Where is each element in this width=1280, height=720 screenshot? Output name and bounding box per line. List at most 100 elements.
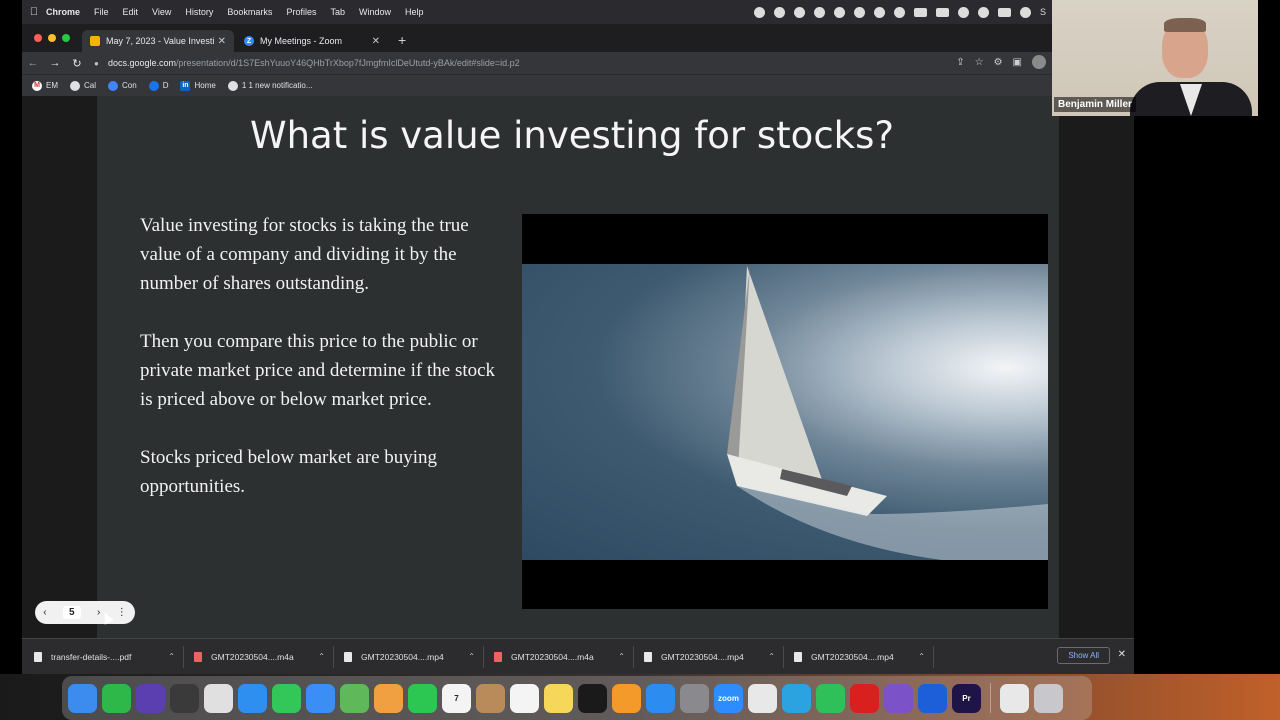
wifi-icon[interactable] (957, 6, 969, 18)
spotlight-icon[interactable] (977, 6, 989, 18)
launchpad-icon[interactable] (204, 683, 233, 713)
moon-icon[interactable] (873, 6, 885, 18)
messages-icon[interactable] (272, 683, 301, 713)
download-item[interactable]: GMT20230504....mp4 ⌃ (634, 645, 784, 668)
bookmark-notifications[interactable]: 1 1 new notificatio... (227, 80, 313, 91)
terminal-icon[interactable] (578, 683, 607, 713)
skype-icon[interactable] (753, 6, 765, 18)
eclipse-icon[interactable] (136, 683, 165, 713)
whatsapp-icon[interactable] (816, 683, 845, 713)
menu-bookmarks[interactable]: Bookmarks (227, 7, 272, 17)
participant-video-tile[interactable]: Benjamin Miller (1052, 0, 1258, 116)
menu-app-name[interactable]: Chrome (46, 7, 80, 17)
chevron-up-icon[interactable]: ⌃ (468, 652, 475, 661)
more-options-icon[interactable]: ⋮ (117, 607, 127, 618)
download-item[interactable]: GMT20230504....mp4 ⌃ (784, 645, 934, 668)
back-icon[interactable]: ← (22, 57, 44, 69)
pages-icon[interactable] (612, 683, 641, 713)
document-icon[interactable] (1000, 683, 1029, 713)
acrobat-icon[interactable] (850, 683, 879, 713)
bookmark-con[interactable]: Con (108, 80, 137, 91)
viber-icon[interactable] (884, 683, 913, 713)
camera-icon[interactable] (170, 683, 199, 713)
reminders-icon[interactable] (510, 683, 539, 713)
contacts-icon[interactable] (476, 683, 505, 713)
telegram-icon[interactable] (782, 683, 811, 713)
numbers-icon[interactable] (102, 683, 131, 713)
chevron-up-icon[interactable]: ⌃ (768, 652, 775, 661)
bookmark-star-icon[interactable]: ☆ (975, 57, 984, 68)
chevron-up-icon[interactable]: ⌃ (618, 652, 625, 661)
facetime-icon[interactable] (408, 683, 437, 713)
bluetooth-icon[interactable] (893, 6, 905, 18)
app-store-icon[interactable] (646, 683, 675, 713)
menu-edit[interactable]: Edit (123, 7, 139, 17)
bolt-icon[interactable] (918, 683, 947, 713)
zoom-icon[interactable]: zoom (714, 683, 743, 713)
bookmark-home[interactable]: in Home (180, 80, 216, 91)
chevron-up-icon[interactable]: ⌃ (168, 652, 175, 661)
chrome-icon[interactable] (748, 683, 777, 713)
profile-avatar[interactable] (1032, 55, 1046, 69)
bookmark-d[interactable]: D (148, 80, 168, 91)
address-bar[interactable]: ● docs.google.com /presentation/d/1S7Esh… (94, 54, 1014, 72)
chevron-up-icon[interactable]: ⌃ (318, 652, 325, 661)
calendar-icon[interactable]: 7 (442, 683, 471, 713)
apple-icon[interactable]:  (22, 6, 46, 18)
url-path: /presentation/d/1S7EshYuuoY46QHbTrXbop7f… (176, 58, 520, 68)
previous-slide-icon[interactable]: ‹ (43, 607, 46, 618)
slide-title: What is value investing for stocks? (249, 114, 894, 157)
close-window-button[interactable] (34, 34, 42, 42)
menu-tab[interactable]: Tab (330, 7, 345, 17)
reload-icon[interactable]: ↻ (66, 57, 88, 70)
extensions-icon[interactable]: ⚙ (994, 57, 1003, 68)
close-shelf-icon[interactable]: ✕ (1118, 649, 1126, 660)
telegram-tray-icon[interactable] (833, 6, 845, 18)
menu-history[interactable]: History (185, 7, 213, 17)
dropbox-icon[interactable] (793, 6, 805, 18)
control-center-icon[interactable] (997, 7, 1011, 17)
menu-window[interactable]: Window (359, 7, 391, 17)
slide-page-number[interactable]: 5 (63, 606, 81, 619)
premiere-icon[interactable]: Pr (952, 683, 981, 713)
new-tab-icon[interactable]: + (398, 32, 406, 48)
next-slide-icon[interactable]: › (97, 607, 100, 618)
side-panel-icon[interactable]: ▣ (1013, 57, 1022, 68)
keyboard-icon[interactable] (913, 7, 927, 17)
slide-video[interactable] (522, 214, 1048, 609)
notes-icon[interactable] (544, 683, 573, 713)
system-settings-icon[interactable] (680, 683, 709, 713)
menu-profiles[interactable]: Profiles (286, 7, 316, 17)
alert-icon[interactable] (813, 6, 825, 18)
lock-icon[interactable]: ● (94, 59, 108, 68)
show-all-downloads-button[interactable]: Show All (1057, 647, 1110, 664)
tab-slides[interactable]: May 7, 2023 - Value Investing ✕ (82, 30, 234, 52)
menu-help[interactable]: Help (405, 7, 424, 17)
creative-cloud-icon[interactable] (773, 6, 785, 18)
download-item[interactable]: GMT20230504....mp4 ⌃ (334, 645, 484, 668)
safari-icon[interactable] (238, 683, 267, 713)
close-tab-icon[interactable]: ✕ (372, 36, 380, 47)
bookmark-em[interactable]: M EM (32, 80, 58, 91)
photos-icon[interactable] (374, 683, 403, 713)
trash-icon[interactable] (1034, 683, 1063, 713)
download-item[interactable]: GMT20230504....m4a ⌃ (484, 645, 634, 668)
menu-file[interactable]: File (94, 7, 109, 17)
vpn-icon[interactable] (853, 6, 865, 18)
chevron-up-icon[interactable]: ⌃ (918, 652, 925, 661)
minimize-window-button[interactable] (48, 34, 56, 42)
forward-icon[interactable]: → (44, 57, 66, 69)
maps-icon[interactable] (340, 683, 369, 713)
close-tab-icon[interactable]: ✕ (218, 36, 226, 47)
mail-icon[interactable] (306, 683, 335, 713)
tab-zoom-meetings[interactable]: Z My Meetings - Zoom ✕ (236, 30, 388, 52)
download-item[interactable]: GMT20230504....m4a ⌃ (184, 645, 334, 668)
siri-icon[interactable] (1019, 6, 1031, 18)
bookmark-cal[interactable]: Cal (70, 80, 96, 91)
finder-icon[interactable] (68, 683, 97, 713)
share-icon[interactable]: ⇪ (956, 57, 964, 68)
battery-icon[interactable] (935, 7, 949, 17)
download-item[interactable]: transfer-details-....pdf ⌃ (34, 645, 184, 668)
menu-view[interactable]: View (152, 7, 171, 17)
fullscreen-window-button[interactable] (62, 34, 70, 42)
